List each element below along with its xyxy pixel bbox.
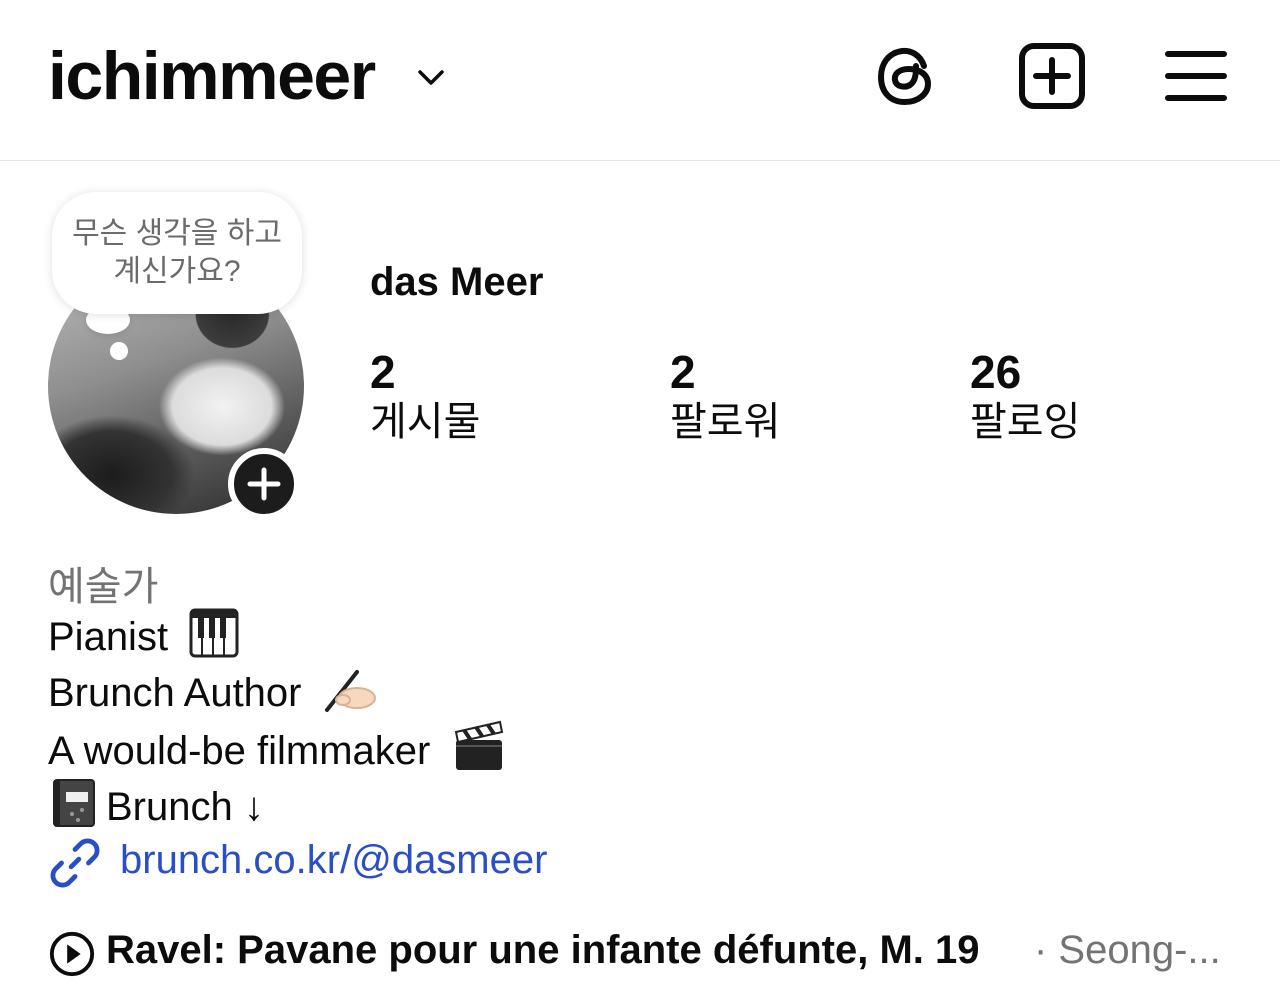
piano-icon bbox=[189, 608, 239, 658]
bio-text: Pianist bbox=[48, 615, 169, 659]
stat-posts[interactable]: 2 게시물 bbox=[370, 346, 480, 446]
threads-icon[interactable] bbox=[872, 40, 944, 112]
stat-followers-count: 2 bbox=[670, 346, 696, 398]
username-title[interactable]: ichimmeer bbox=[48, 36, 376, 116]
bio-text: Brunch Author bbox=[48, 671, 302, 715]
stat-following[interactable]: 26 팔로잉 bbox=[970, 346, 1080, 446]
bio-text: A would-be filmmaker bbox=[48, 729, 431, 773]
play-circle-icon[interactable] bbox=[48, 930, 96, 978]
stat-posts-count: 2 bbox=[370, 346, 396, 398]
clapper-board-icon bbox=[454, 720, 503, 770]
bio-text: Brunch ↓ bbox=[106, 785, 264, 829]
add-story-button[interactable] bbox=[228, 448, 300, 520]
stat-followers-label: 팔로워 bbox=[670, 400, 781, 444]
music-title: Ravel: Pavane pour une infante défunte, … bbox=[106, 928, 980, 972]
note-text: 무슨 생각을 하고 계신가요? bbox=[72, 217, 282, 288]
profile-category: 예술가 bbox=[48, 565, 159, 609]
bio-line-pianist: Pianist bbox=[48, 608, 506, 664]
chevron-down-icon[interactable] bbox=[414, 60, 448, 94]
note-bubble-dot bbox=[110, 342, 128, 360]
notebook-icon bbox=[53, 779, 95, 827]
stat-followers[interactable]: 2 팔로워 bbox=[670, 346, 780, 446]
stat-posts-label: 게시물 bbox=[370, 400, 481, 444]
stat-following-label: 팔로잉 bbox=[970, 400, 1081, 444]
new-post-icon[interactable] bbox=[1016, 40, 1088, 112]
music-artist: · Seong-... bbox=[1034, 928, 1221, 972]
plus-icon bbox=[247, 467, 281, 501]
profile-name: das Meer bbox=[370, 260, 544, 304]
writing-hand-icon bbox=[324, 670, 376, 712]
bio-line-filmmaker: A would-be filmmaker bbox=[48, 720, 506, 778]
stat-following-count: 26 bbox=[970, 346, 1022, 398]
profile-link-text[interactable]: brunch.co.kr/@dasmeer bbox=[120, 838, 547, 883]
note-bubble[interactable]: 무슨 생각을 하고 계신가요? bbox=[52, 192, 302, 314]
menu-icon[interactable] bbox=[1160, 40, 1232, 112]
profile-header: ichimmeer bbox=[0, 0, 1280, 161]
bio: Pianist Brunch Author A would-be filmmak… bbox=[48, 608, 506, 834]
bio-line-brunch: Brunch ↓ bbox=[48, 778, 506, 834]
link-icon bbox=[50, 838, 100, 888]
bio-line-author: Brunch Author bbox=[48, 664, 506, 720]
